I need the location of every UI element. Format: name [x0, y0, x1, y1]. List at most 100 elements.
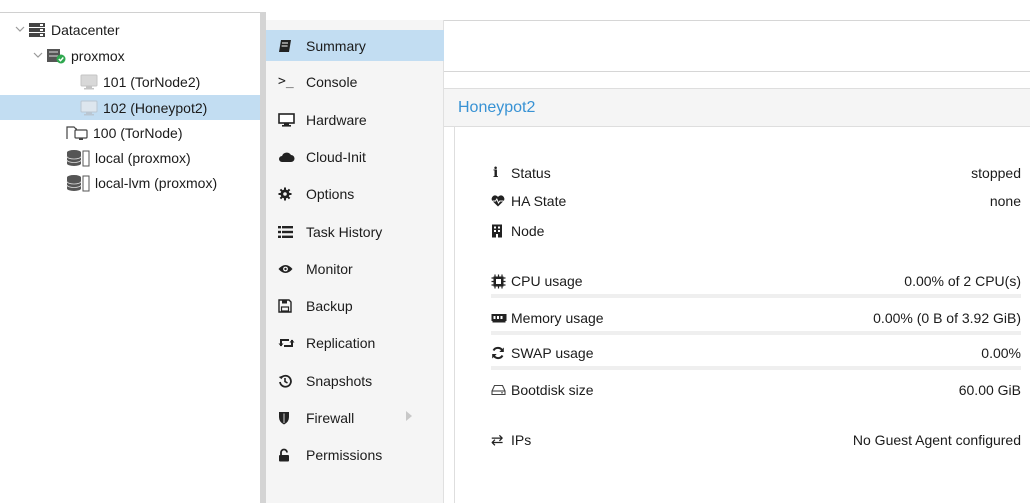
ips-row: ⇄ IPs No Guest Agent configured	[491, 429, 1021, 451]
nav-item-label: Firewall	[306, 409, 355, 426]
memory-usage-value: 0.00% (0 B of 3.92 GiB)	[873, 310, 1021, 326]
terminal-icon: >_	[278, 74, 294, 89]
nav-item-label: Console	[306, 73, 358, 90]
shield-icon	[278, 411, 300, 425]
vm-stopped-icon	[80, 100, 98, 116]
tree-item-template-100[interactable]: 100 (TorNode)	[0, 120, 260, 145]
tree-item-label: local (proxmox)	[95, 149, 191, 166]
row-label: SWAP usage	[511, 345, 594, 361]
tree-item-node[interactable]: proxmox	[0, 43, 260, 68]
nav-item-label: Hardware	[306, 111, 367, 128]
nav-item-backup[interactable]: Backup	[266, 290, 444, 321]
nav-item-replication[interactable]: Replication	[266, 327, 444, 358]
tree-item-storage-local[interactable]: local (proxmox)	[0, 145, 260, 170]
swap-usage-value: 0.00%	[981, 345, 1021, 361]
hdd-icon	[491, 384, 509, 396]
node-online-icon	[46, 48, 66, 64]
resource-tree: Datacenter proxmox 101 (TorNode2) 102 (H…	[0, 12, 260, 503]
swap-usage-row: SWAP usage 0.00%	[491, 342, 1021, 364]
nav-item-label: Options	[306, 185, 355, 202]
info-icon: i	[493, 165, 499, 181]
cpu-usage-bar	[491, 294, 1021, 298]
cloud-icon	[278, 151, 300, 163]
cpu-icon	[491, 274, 509, 289]
storage-icon	[66, 149, 90, 167]
status-panel: i Status stopped HA State none Node CPU …	[454, 127, 1030, 503]
heartbeat-icon	[491, 195, 509, 207]
status-row: i Status stopped	[491, 162, 1021, 184]
tree-item-label: Datacenter	[51, 21, 120, 38]
nav-item-label: Task History	[306, 223, 383, 240]
status-value: stopped	[971, 165, 1021, 181]
nav-item-label: Summary	[306, 37, 366, 54]
nav-item-cloud-init[interactable]: Cloud-Init	[266, 141, 444, 172]
refresh-icon	[491, 346, 509, 360]
tree-item-storage-local-lvm[interactable]: local-lvm (proxmox)	[0, 170, 260, 195]
config-navigation: Summary >_ Console Hardware Cloud-Init O…	[266, 20, 444, 503]
nav-item-label: Monitor	[306, 260, 353, 277]
node-row: Node	[491, 220, 1021, 242]
nav-item-label: Permissions	[306, 446, 383, 463]
memory-icon	[491, 313, 509, 323]
floppy-icon	[278, 298, 300, 313]
chevron-down-icon[interactable]	[32, 52, 44, 59]
eye-icon	[278, 264, 300, 274]
tree-item-datacenter[interactable]: Datacenter	[0, 17, 260, 42]
nav-item-label: Replication	[306, 334, 376, 351]
nav-item-label: Cloud-Init	[306, 148, 366, 165]
tree-item-vm-102[interactable]: 102 (Honeypot2)	[0, 95, 260, 120]
tree-item-label: 102 (Honeypot2)	[103, 99, 208, 116]
tree-item-label: 101 (TorNode2)	[103, 73, 201, 90]
vm-stopped-icon	[80, 74, 98, 90]
nav-item-options[interactable]: Options	[266, 178, 444, 209]
tree-item-label: 100 (TorNode)	[93, 124, 183, 141]
bootdisk-value: 60.00 GiB	[958, 382, 1021, 398]
list-icon	[278, 225, 300, 238]
building-icon	[491, 224, 509, 238]
nav-item-task-history[interactable]: Task History	[266, 216, 444, 247]
nav-item-permissions[interactable]: Permissions	[266, 439, 444, 470]
nav-item-hardware[interactable]: Hardware	[266, 104, 444, 135]
nav-item-label: Snapshots	[306, 372, 373, 389]
row-label: Memory usage	[511, 310, 604, 326]
desktop-icon	[278, 112, 300, 127]
gear-icon	[278, 187, 300, 201]
vm-template-icon	[66, 125, 88, 141]
storage-icon	[66, 174, 90, 192]
tree-item-vm-101[interactable]: 101 (TorNode2)	[0, 69, 260, 94]
nav-item-summary[interactable]: Summary	[266, 30, 444, 61]
summary-panel: Honeypot2 i Status stopped HA State none…	[444, 88, 1030, 503]
nav-item-firewall[interactable]: Firewall	[266, 402, 444, 433]
panel-title: Honeypot2	[444, 89, 1030, 127]
nav-item-monitor[interactable]: Monitor	[266, 253, 444, 284]
server-rack-icon	[28, 22, 46, 38]
history-icon	[278, 374, 300, 388]
nav-item-label: Backup	[306, 297, 353, 314]
ha-state-row: HA State none	[491, 190, 1021, 212]
cpu-usage-value: 0.00% of 2 CPU(s)	[904, 273, 1021, 289]
chevron-down-icon[interactable]	[14, 26, 26, 33]
nav-item-console[interactable]: >_ Console	[266, 66, 444, 97]
swap-usage-bar	[491, 366, 1021, 370]
retweet-icon	[278, 337, 300, 349]
tree-item-label: local-lvm (proxmox)	[95, 174, 218, 191]
row-label: CPU usage	[511, 273, 583, 289]
unlock-icon	[278, 448, 300, 462]
row-label: HA State	[511, 193, 567, 209]
expand-arrow-icon[interactable]	[406, 411, 412, 424]
cpu-usage-row: CPU usage 0.00% of 2 CPU(s)	[491, 270, 1021, 292]
ips-value: No Guest Agent configured	[852, 432, 1021, 448]
nav-item-snapshots[interactable]: Snapshots	[266, 365, 444, 396]
row-label: IPs	[511, 432, 532, 448]
book-icon	[278, 39, 300, 53]
memory-usage-row: Memory usage 0.00% (0 B of 3.92 GiB)	[491, 307, 1021, 329]
memory-usage-bar	[491, 331, 1021, 335]
toolbar	[444, 20, 1030, 72]
bootdisk-row: Bootdisk size 60.00 GiB	[491, 379, 1021, 401]
tree-item-label: proxmox	[71, 47, 125, 64]
row-label: Status	[511, 165, 551, 181]
row-label: Bootdisk size	[511, 382, 594, 398]
exchange-icon: ⇄	[491, 432, 504, 449]
ha-state-value: none	[989, 193, 1021, 209]
row-label: Node	[511, 223, 545, 239]
